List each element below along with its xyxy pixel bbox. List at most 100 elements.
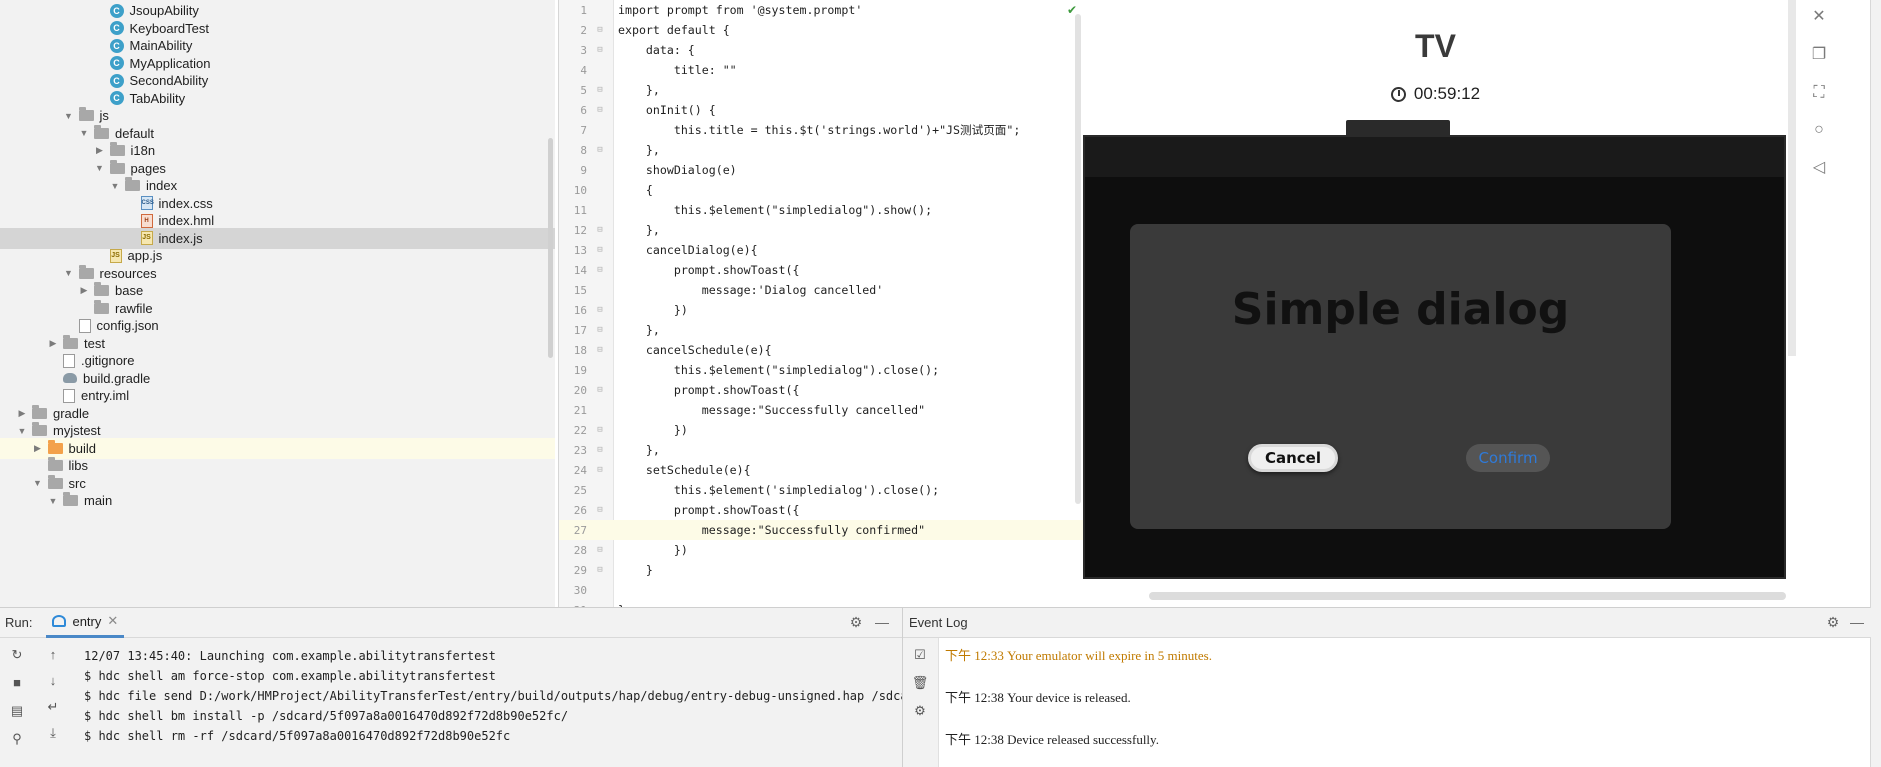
code-line[interactable]: 12 ⊟ }, <box>559 220 1083 240</box>
collapse-arrow-icon[interactable]: ▶ <box>47 337 59 349</box>
expand-arrow-icon[interactable]: ▼ <box>109 180 121 192</box>
code-line[interactable]: 3 ⊟ data: { <box>559 40 1083 60</box>
fold-marker-icon[interactable]: ⊟ <box>589 345 611 355</box>
run-tab-entry[interactable]: entry ✕ <box>46 608 125 638</box>
expand-arrow-icon[interactable]: ▼ <box>63 110 75 122</box>
fold-marker-icon[interactable]: ⊟ <box>589 465 611 475</box>
code-line[interactable]: 19 this.$element("simpledialog").close()… <box>559 360 1083 380</box>
expand-arrow-icon[interactable]: ▼ <box>32 477 44 489</box>
tree-scrollbar[interactable] <box>548 138 553 358</box>
gear-icon[interactable]: ⚙ <box>1825 614 1841 630</box>
line-number: 16 <box>573 303 587 317</box>
expand-arrow-icon[interactable]: ▼ <box>94 162 106 174</box>
close-icon[interactable]: ✕ <box>1810 8 1828 26</box>
event-entry[interactable]: 下午 12:33 Your emulator will expire in 5 … <box>945 646 1845 666</box>
minimize-icon[interactable]: — <box>874 614 890 630</box>
trash-icon[interactable]: 🗑 <box>911 674 929 692</box>
fold-marker-icon[interactable]: ⊟ <box>589 85 611 95</box>
code-line[interactable]: 17 ⊟ }, <box>559 320 1083 340</box>
fold-marker-icon[interactable]: ⊟ <box>589 445 611 455</box>
preview-horizontal-scrollbar[interactable] <box>1149 592 1786 600</box>
restore-icon[interactable]: ❐ <box>1810 46 1828 64</box>
fold-marker-icon[interactable]: ⊟ <box>589 245 611 255</box>
fold-marker-icon[interactable]: ⊟ <box>589 425 611 435</box>
pin-icon[interactable]: ⚲ <box>8 730 26 748</box>
code-line[interactable]: 26 ⊟ prompt.showToast({ <box>559 500 1083 520</box>
code-line[interactable]: 20 ⊟ prompt.showToast({ <box>559 380 1083 400</box>
mark-read-icon[interactable]: ☑ <box>911 646 929 664</box>
close-tab-icon[interactable]: ✕ <box>107 613 118 629</box>
fold-marker-icon[interactable]: ⊟ <box>589 25 611 35</box>
expand-arrow-icon[interactable]: ▼ <box>16 425 28 437</box>
soft-wrap-icon[interactable]: ↵ <box>44 698 62 716</box>
tree-item[interactable]: ▼ main <box>0 490 555 511</box>
code-line[interactable]: 8 ⊟ }, <box>559 140 1083 160</box>
event-entry[interactable]: 下午 12:38 Device released successfully. <box>945 730 1845 750</box>
home-circle-icon[interactable]: ○ <box>1810 121 1828 139</box>
collapse-arrow-icon[interactable]: ▶ <box>78 285 90 297</box>
code-line[interactable]: 10 { <box>559 180 1083 200</box>
project-tree[interactable]: C JsoupAbility C KeyboardTest C MainAbility C M… <box>0 0 555 607</box>
fold-marker-icon[interactable]: ⊟ <box>589 265 611 275</box>
fold-marker-icon[interactable]: ⊟ <box>589 505 611 515</box>
gear-icon[interactable]: ⚙ <box>848 614 864 630</box>
code-line[interactable]: 31} <box>559 600 1083 607</box>
code-line[interactable]: 11 this.$element("simpledialog").show(); <box>559 200 1083 220</box>
fold-marker-icon[interactable]: ⊟ <box>589 105 611 115</box>
code-line[interactable]: 25 this.$element('simpledialog').close()… <box>559 480 1083 500</box>
preview-vertical-scrollbar[interactable] <box>1788 0 1796 356</box>
code-line[interactable]: 7 this.title = this.$t('strings.world')+… <box>559 120 1083 140</box>
scroll-to-end-icon[interactable]: ⤓ <box>44 724 62 742</box>
collapse-arrow-icon[interactable]: ▶ <box>32 442 44 454</box>
code-line[interactable]: 24 ⊟ setSchedule(e){ <box>559 460 1083 480</box>
code-line[interactable]: 5 ⊟ }, <box>559 80 1083 100</box>
code-line[interactable]: 2 ⊟ export default { <box>559 20 1083 40</box>
fold-marker-icon[interactable]: ⊟ <box>589 565 611 575</box>
collapse-arrow-icon[interactable]: ▶ <box>16 407 28 419</box>
code-line[interactable]: 6 ⊟ onInit() { <box>559 100 1083 120</box>
fold-marker-icon[interactable]: ⊟ <box>589 145 611 155</box>
code-line[interactable]: 15 message:'Dialog cancelled' <box>559 280 1083 300</box>
expand-arrow-icon[interactable]: ▼ <box>63 267 75 279</box>
event-entry[interactable]: 下午 12:38 Your device is released. <box>945 688 1845 708</box>
cancel-button[interactable]: Cancel <box>1248 444 1338 472</box>
code-line[interactable]: 30 <box>559 580 1083 600</box>
confirm-button[interactable]: Confirm <box>1466 444 1550 472</box>
code-editor[interactable]: ✔ 1 import prompt from '@system.prompt' 2 ⊟… <box>558 0 1083 607</box>
stop-icon[interactable]: ■ <box>8 674 26 692</box>
code-line[interactable]: 14 ⊟ prompt.showToast({ <box>559 260 1083 280</box>
back-triangle-icon[interactable]: ◁ <box>1810 159 1828 177</box>
code-line[interactable]: 9 showDialog(e) <box>559 160 1083 180</box>
code-line[interactable]: 27 message:"Successfully confirmed" <box>559 520 1083 540</box>
code-line[interactable]: 13 ⊟ cancelDialog(e){ <box>559 240 1083 260</box>
file-icon <box>78 318 91 333</box>
fold-marker-icon[interactable]: ⊟ <box>589 225 611 235</box>
scroll-up-icon[interactable]: ↑ <box>44 646 62 664</box>
run-console[interactable]: 12/07 13:45:40: Launching com.example.ab… <box>84 646 902 746</box>
layout-icon[interactable]: ▤ <box>8 702 26 720</box>
scroll-down-icon[interactable]: ↓ <box>44 672 62 690</box>
collapse-arrow-icon[interactable]: ▶ <box>94 145 106 157</box>
fold-marker-icon[interactable]: ⊟ <box>589 385 611 395</box>
rerun-icon[interactable]: ↻ <box>8 646 26 664</box>
settings-icon[interactable]: ⚙ <box>911 702 929 720</box>
code-line[interactable]: 23 ⊟ }, <box>559 440 1083 460</box>
expand-arrow-icon[interactable]: ▼ <box>78 127 90 139</box>
code-line[interactable]: 29 ⊟ } <box>559 560 1083 580</box>
code-line[interactable]: 18 ⊟ cancelSchedule(e){ <box>559 340 1083 360</box>
fold-marker-icon[interactable]: ⊟ <box>589 325 611 335</box>
fold-marker-icon[interactable]: ⊟ <box>589 305 611 315</box>
code-line[interactable]: 28 ⊟ }) <box>559 540 1083 560</box>
code-line[interactable]: 16 ⊟ }) <box>559 300 1083 320</box>
code-line[interactable]: 22 ⊟ }) <box>559 420 1083 440</box>
expand-arrow-icon[interactable]: ▼ <box>47 495 59 507</box>
fullscreen-icon[interactable]: ⛶ <box>1810 84 1828 102</box>
fold-marker-icon[interactable]: ⊟ <box>589 545 611 555</box>
code-line[interactable]: 21 message:"Successfully cancelled" <box>559 400 1083 420</box>
code-line[interactable]: 1 import prompt from '@system.prompt' <box>559 0 1083 20</box>
event-log-list[interactable]: 下午 12:33 Your emulator will expire in 5 … <box>945 646 1845 767</box>
code-line[interactable]: 4 title: "" <box>559 60 1083 80</box>
fold-marker-icon[interactable]: ⊟ <box>589 45 611 55</box>
minimize-icon[interactable]: — <box>1849 614 1865 630</box>
